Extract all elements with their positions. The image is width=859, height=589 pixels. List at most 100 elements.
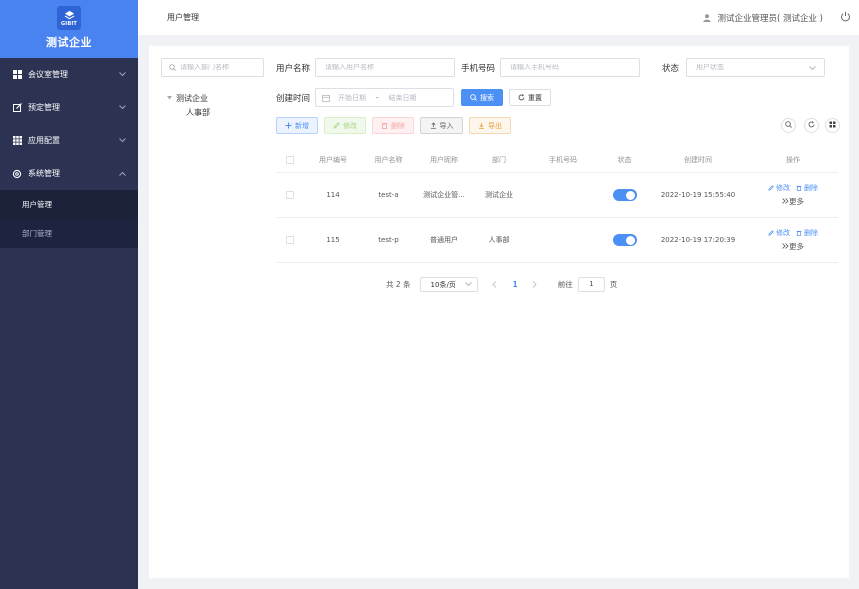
table-header: 用户编号 用户名称 用户昵称 部门 手机号码 状态 创建时间 操作	[276, 147, 838, 173]
user-name-cell: test-p	[378, 236, 399, 244]
header-checkbox-cell	[276, 155, 304, 164]
operations-cell: 修改 删除 更多	[748, 181, 838, 209]
goto-page-input[interactable]	[577, 277, 605, 292]
pagination: 共 2 条 10条/页 1 前往 页	[386, 277, 617, 292]
refresh-button[interactable]	[804, 118, 819, 133]
row-more-label: 更多	[789, 197, 804, 206]
search-button[interactable]: 搜索	[461, 89, 503, 106]
user-id-cell: 115	[326, 236, 340, 244]
sidebar-item-app-config[interactable]: 应用配置	[0, 124, 138, 157]
status-select-input[interactable]	[696, 64, 824, 71]
top-header: 用户管理 测试企业管理员( 测试企业 )	[138, 0, 859, 35]
sidebar-item-label: 会议室管理	[28, 70, 68, 79]
chevron-right-icon	[532, 281, 537, 288]
username-input[interactable]	[325, 64, 454, 71]
main-card: 测试企业 人事部 用户名称 手机号码 状态 创建时间 开始日期 - 结束日期 搜…	[149, 46, 849, 578]
caret-down-icon[interactable]	[164, 96, 174, 100]
sidebar-item-user-management[interactable]: 用户管理	[0, 190, 138, 219]
row-checkbox[interactable]	[286, 236, 294, 244]
status-toggle[interactable]	[612, 189, 637, 201]
refresh-icon	[808, 121, 815, 130]
operations-cell: 修改 删除 更多	[748, 226, 838, 254]
username-field	[315, 58, 455, 77]
column-header: 用户名称	[374, 155, 403, 164]
next-page-button[interactable]	[532, 281, 537, 288]
page-number-current[interactable]: 1	[513, 280, 518, 289]
phone-label: 手机号码	[461, 64, 496, 74]
company-name: 测试企业	[46, 36, 92, 49]
page-size-value: 10条/页	[430, 280, 456, 289]
calendar-icon	[322, 94, 330, 102]
import-button-label: 导入	[439, 122, 454, 130]
sidebar-item-system[interactable]: 系统管理	[0, 157, 138, 190]
edit-button[interactable]: 修改	[324, 117, 366, 134]
user-dept-cell: 测试企业	[485, 191, 513, 199]
dept-search-input[interactable]	[180, 64, 263, 71]
trash-icon	[796, 185, 802, 191]
row-more-link[interactable]: 更多	[782, 195, 804, 209]
trash-icon	[796, 230, 802, 236]
dept-tree: 测试企业 人事部	[164, 91, 210, 119]
row-delete-link[interactable]: 删除	[796, 181, 818, 195]
tree-node-child[interactable]: 人事部	[164, 105, 210, 119]
gear-icon	[12, 169, 22, 179]
column-header: 手机号码	[549, 155, 577, 164]
search-icon	[785, 121, 792, 130]
row-checkbox[interactable]	[286, 191, 294, 199]
status-select[interactable]	[686, 58, 825, 77]
toggle-search-button[interactable]	[781, 118, 796, 133]
total-count: 共 2 条	[386, 280, 411, 289]
add-button[interactable]: 新增	[276, 117, 318, 134]
chevron-left-icon	[491, 281, 496, 288]
reset-button-label: 重置	[528, 94, 542, 102]
table-row: 114 test-a 测试企业管... 测试企业 2022-10-19 15:5…	[276, 173, 838, 218]
status-cell	[601, 234, 648, 246]
dept-search-box	[161, 58, 264, 77]
end-date-placeholder[interactable]: 结束日期	[389, 93, 417, 103]
row-edit-label: 修改	[776, 184, 790, 192]
date-range-separator: -	[376, 93, 379, 102]
page-size-select[interactable]: 10条/页	[419, 277, 478, 292]
status-toggle[interactable]	[612, 234, 637, 246]
goto-label: 前往	[557, 280, 573, 289]
sidebar-item-label: 系统管理	[28, 169, 60, 178]
export-button[interactable]: 导出	[469, 117, 511, 134]
columns-button[interactable]	[825, 118, 840, 133]
reset-button[interactable]: 重置	[509, 89, 551, 106]
export-button-label: 导出	[488, 122, 502, 130]
double-chevron-right-icon	[782, 240, 789, 254]
user-menu[interactable]: 测试企业管理员( 测试企业 )	[703, 12, 823, 24]
download-icon	[478, 122, 485, 129]
sidebar-item-dept-management[interactable]: 部门管理	[0, 219, 138, 248]
row-delete-link[interactable]: 删除	[796, 226, 818, 240]
created-time-cell: 2022-10-19 15:55:40	[660, 191, 736, 199]
row-edit-link[interactable]: 修改	[768, 181, 790, 195]
date-range-picker[interactable]: 开始日期 - 结束日期	[315, 88, 454, 107]
tree-node-root[interactable]: 测试企业	[164, 91, 210, 105]
pencil-icon	[768, 185, 774, 191]
power-icon[interactable]	[840, 11, 851, 24]
trash-icon	[381, 122, 388, 129]
row-more-link[interactable]: 更多	[782, 240, 804, 254]
row-edit-label: 修改	[776, 229, 790, 237]
tree-node-label: 测试企业	[176, 93, 208, 103]
brand-header: GIBIT 测试企业	[0, 0, 138, 58]
system-submenu: 用户管理 部门管理	[0, 190, 138, 248]
phone-input[interactable]	[510, 64, 639, 71]
user-table: 用户编号 用户名称 用户昵称 部门 手机号码 状态 创建时间 操作 114 te…	[276, 147, 838, 263]
select-all-checkbox[interactable]	[286, 155, 294, 164]
column-header: 用户昵称	[430, 155, 458, 164]
sidebar-item-booking[interactable]: 预定管理	[0, 91, 138, 124]
user-name: 测试企业管理员( 测试企业 )	[717, 14, 823, 24]
start-date-placeholder[interactable]: 开始日期	[338, 93, 366, 103]
prev-page-button[interactable]	[491, 281, 497, 288]
import-button[interactable]: 导入	[420, 117, 463, 134]
upload-icon	[430, 122, 437, 129]
tree-node-label: 人事部	[186, 107, 210, 117]
delete-button[interactable]: 删除	[372, 117, 414, 134]
chevron-down-icon	[809, 64, 816, 73]
table-row: 115 test-p 普通用户 人事部 2022-10-19 17:20:39 …	[276, 218, 838, 263]
chevron-up-icon	[119, 169, 126, 178]
row-edit-link[interactable]: 修改	[768, 226, 790, 240]
sidebar-item-meeting-rooms[interactable]: 会议室管理	[0, 58, 138, 91]
